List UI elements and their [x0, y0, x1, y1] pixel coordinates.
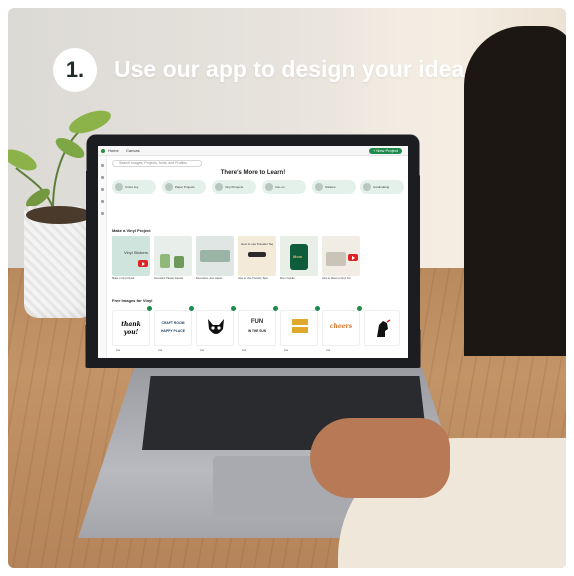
category-pill[interactable]: Iron-on	[262, 180, 306, 194]
succulent-image	[160, 254, 170, 268]
card-foot: Cut	[326, 349, 331, 352]
app-topbar: Home Canvas + New Project	[98, 146, 408, 156]
card-foot: Cut	[200, 349, 205, 352]
app-logo-icon	[101, 149, 105, 153]
image-card[interactable]: cheers	[322, 310, 360, 346]
image-card[interactable]	[280, 310, 318, 346]
dog-image	[377, 319, 391, 337]
category-pill[interactable]: Cricut Joy	[112, 180, 156, 194]
person-hair	[464, 26, 566, 356]
image-card[interactable]: thank you!	[112, 310, 150, 346]
add-icon[interactable]	[189, 306, 194, 311]
learn-title: There's More to Learn!	[220, 170, 286, 176]
card-foot: Cut	[158, 349, 163, 352]
category-pill[interactable]: Stickers	[312, 180, 356, 194]
succulent-image	[174, 256, 184, 268]
fonts-icon[interactable]	[101, 200, 104, 203]
thumb-caption: Decorative Jars Labels	[196, 277, 223, 280]
thumb-caption: Succulent Planter Decals	[154, 277, 183, 280]
settings-icon[interactable]	[101, 212, 104, 215]
free-images-section-title: Free Images for Vinyl	[112, 298, 153, 303]
project-thumb[interactable]: Mom	[280, 236, 318, 276]
image-card[interactable]: FUN IN THE SUN	[238, 310, 276, 346]
project-thumb[interactable]: Vinyl Stickers	[112, 236, 150, 276]
thumb-caption: Mom Candle	[280, 277, 295, 280]
home-icon[interactable]	[101, 164, 104, 167]
category-image	[315, 183, 323, 191]
vinyl-section-title: Make a Vinyl Project	[112, 228, 151, 233]
project-thumb[interactable]: How to use Transfer Tape	[238, 236, 276, 276]
category-pill[interactable]: Vinyl Projects	[212, 180, 256, 194]
jars-image	[200, 250, 230, 262]
card-foot: Cut	[284, 349, 289, 352]
card-foot: Cut	[116, 349, 121, 352]
watch-button[interactable]	[248, 252, 266, 257]
thumb-caption: How to Weed a Vinyl Cut	[322, 277, 351, 280]
image-card[interactable]	[364, 310, 400, 346]
card-foot: Cut	[242, 349, 247, 352]
category-pill[interactable]: Cardmaking	[360, 180, 404, 194]
sun-stripes-image	[292, 319, 308, 325]
photo-frame: Home Canvas + New Project Search images,…	[8, 8, 566, 568]
project-thumb[interactable]	[154, 236, 192, 276]
projects-icon[interactable]	[101, 176, 104, 179]
add-icon[interactable]	[357, 306, 362, 311]
add-icon[interactable]	[231, 306, 236, 311]
category-image	[363, 183, 371, 191]
play-video-icon[interactable]	[348, 254, 358, 261]
tab-canvas[interactable]: Canvas	[126, 148, 140, 154]
thumb-caption: Make a Vinyl Decal	[112, 277, 135, 280]
app-sidebar	[98, 156, 107, 358]
tab-home[interactable]: Home	[108, 148, 119, 154]
category-image	[265, 183, 273, 191]
category-image	[165, 183, 173, 191]
images-icon[interactable]	[101, 188, 104, 191]
thumb-caption: How to Use Transfer Tape	[238, 277, 268, 280]
project-thumb[interactable]	[322, 236, 360, 276]
play-video-icon[interactable]	[138, 260, 148, 267]
headline-text: Use our app to design your idea	[114, 56, 465, 82]
new-project-button[interactable]: + New Project	[368, 148, 402, 154]
add-icon[interactable]	[147, 306, 152, 311]
weeding-image	[326, 252, 346, 266]
project-thumb[interactable]	[196, 236, 234, 276]
sun-stripes-image	[292, 327, 308, 333]
add-icon[interactable]	[315, 306, 320, 311]
category-image	[215, 183, 223, 191]
search-input[interactable]: Search images, Projects, fonts, and Prof…	[112, 160, 202, 167]
add-icon[interactable]	[273, 306, 278, 311]
category-pill[interactable]: Paper Projects	[162, 180, 206, 194]
category-image	[115, 183, 123, 191]
person-hand	[310, 418, 450, 498]
image-card[interactable]	[196, 310, 234, 346]
image-card[interactable]: CRAFT ROOM HAPPY PLACE	[154, 310, 192, 346]
step-number-badge: 1.	[53, 48, 97, 92]
raccoon-image	[208, 319, 224, 334]
laptop-screen: Home Canvas + New Project Search images,…	[98, 146, 408, 358]
pot-soil	[26, 206, 92, 224]
